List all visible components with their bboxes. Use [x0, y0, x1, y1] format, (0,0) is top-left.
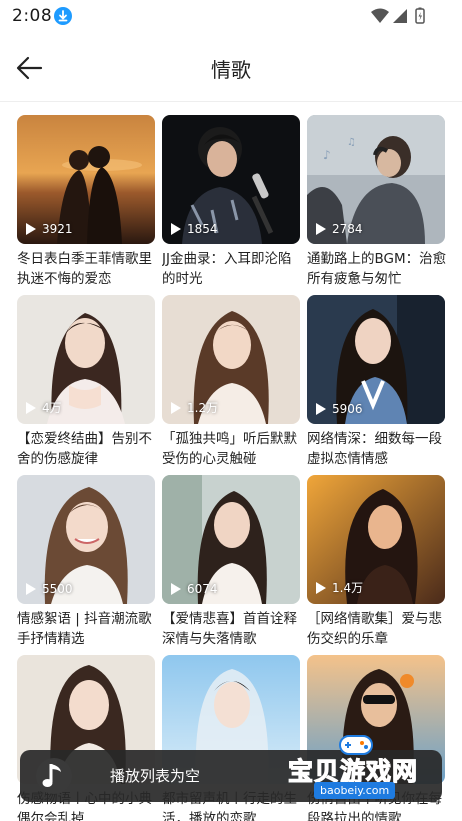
download-icon — [54, 7, 72, 25]
svg-text:♫: ♫ — [347, 137, 356, 148]
playlist-title: 「孤独共鸣」听后默默受伤的心灵触碰 — [162, 431, 297, 467]
play-count: 3921 — [25, 222, 73, 236]
play-icon — [316, 403, 326, 415]
play-count: 2784 — [315, 222, 363, 236]
play-icon — [26, 583, 36, 595]
playlist-title: 情感絮语 | 抖音潮流歌手抒情精选 — [17, 611, 152, 647]
play-count-value: 1.4万 — [332, 581, 364, 595]
playlist-cover: 1854 — [162, 115, 300, 244]
playlist-title: 网络情深：细数每一段虚拟恋情情感 — [307, 431, 442, 467]
playlist-card[interactable]: ♪ ♫ 2784 通勤路上的BGM：治愈所有疲惫与匆忙 — [307, 115, 447, 295]
play-count-value: 2784 — [332, 222, 363, 236]
playlist-card[interactable]: 1.4万 ［网络情歌集］爱与悲伤交织的乐章 — [307, 475, 445, 655]
signal-icon — [393, 9, 407, 23]
play-icon — [26, 401, 36, 414]
play-count-value: 1854 — [187, 222, 218, 236]
playlist-cover: 3921 — [17, 115, 155, 244]
play-icon — [171, 223, 181, 235]
play-count-value: 1.2万 — [187, 401, 219, 415]
playlist-title: ［网络情歌集］爱与悲伤交织的乐章 — [307, 611, 442, 647]
play-icon — [316, 223, 326, 235]
playlist-title: 冬日表白季王菲情歌里执迷不悔的爱恋 — [17, 251, 152, 287]
play-count-value: 4万 — [42, 401, 62, 415]
play-count: 1.4万 — [315, 579, 363, 596]
playlist-card[interactable]: 3921 冬日表白季王菲情歌里执迷不悔的爱恋 — [17, 115, 155, 295]
playlist-cover: 5906 — [307, 295, 445, 424]
play-count-value: 3921 — [42, 222, 73, 236]
play-icon — [316, 581, 326, 594]
playlist-title: 【恋爱终结曲】告别不舍的伤感旋律 — [17, 431, 152, 467]
page-title: 情歌 — [211, 58, 251, 82]
playlist-card[interactable]: 6074 【爱情悲喜】首首诠释深情与失落情歌 — [162, 475, 300, 655]
play-count: 1.2万 — [170, 399, 218, 416]
playlist-card[interactable]: 5906 网络情深：细数每一段虚拟恋情情感 — [307, 295, 445, 475]
system-icons — [370, 7, 428, 25]
status-time: 2:08 — [12, 6, 53, 26]
play-count: 6074 — [170, 582, 218, 596]
header: 情歌 — [0, 32, 462, 102]
play-icon — [171, 401, 181, 414]
playlist-cover: 1.2万 — [162, 295, 300, 424]
play-count-value: 5906 — [332, 402, 363, 416]
play-count: 5500 — [25, 582, 73, 596]
playlist-cover: 1.4万 — [307, 475, 445, 604]
player-status-text: 播放列表为空 — [110, 767, 201, 785]
wifi-icon — [371, 8, 389, 23]
music-note-icon — [34, 756, 74, 796]
play-count: 1854 — [170, 222, 218, 236]
status-bar: 2:08 — [0, 0, 462, 32]
playlist-title: 通勤路上的BGM：治愈所有疲惫与匆忙 — [307, 251, 447, 287]
playlist-card[interactable]: 1.2万 「孤独共鸣」听后默默受伤的心灵触碰 — [162, 295, 300, 475]
play-count: 5906 — [315, 402, 363, 416]
watermark-logo: 宝贝游戏网 baobeiy.com — [282, 732, 457, 802]
playlist-card[interactable]: 5500 情感絮语 | 抖音潮流歌手抒情精选 — [17, 475, 155, 655]
playlist-cover: 6074 — [162, 475, 300, 604]
playlist-card[interactable]: 1854 JJ金曲录：入耳即沦陷的时光 — [162, 115, 300, 295]
play-icon — [26, 223, 36, 235]
playlist-cover: ♪ ♫ 2784 — [307, 115, 445, 244]
play-count-value: 5500 — [42, 582, 73, 596]
playlist-card[interactable]: 4万 【恋爱终结曲】告别不舍的伤感旋律 — [17, 295, 155, 475]
play-count: 4万 — [25, 399, 62, 416]
play-icon — [171, 583, 181, 595]
playlist-title: 【爱情悲喜】首首诠释深情与失落情歌 — [162, 611, 297, 647]
play-count-value: 6074 — [187, 582, 218, 596]
playlist-cover: 4万 — [17, 295, 155, 424]
watermark-url: baobeiy.com — [314, 782, 396, 799]
svg-text:♪: ♪ — [323, 148, 331, 162]
playlist-title: JJ金曲录：入耳即沦陷的时光 — [162, 251, 292, 287]
playlist-cover: 5500 — [17, 475, 155, 604]
